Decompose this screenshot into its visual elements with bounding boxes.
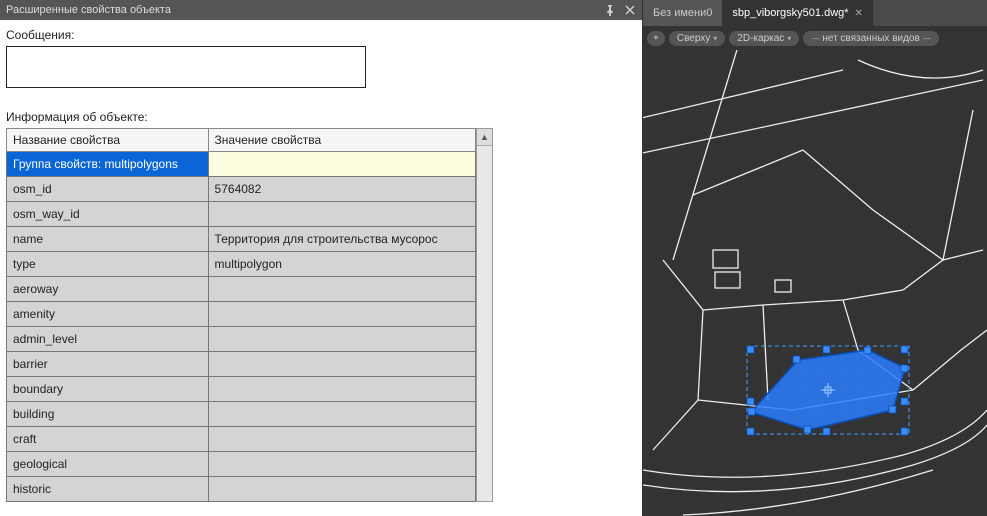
table-row[interactable]: building bbox=[7, 402, 476, 427]
prop-name: osm_way_id bbox=[7, 202, 209, 227]
messages-label: Сообщения: bbox=[6, 28, 636, 42]
prop-value[interactable] bbox=[208, 452, 475, 477]
table-row[interactable]: historic bbox=[7, 477, 476, 502]
prop-name: historic bbox=[7, 477, 209, 502]
prop-name: barrier bbox=[7, 352, 209, 377]
pin-icon[interactable] bbox=[604, 4, 616, 16]
prop-value[interactable] bbox=[208, 327, 475, 352]
prop-name: boundary bbox=[7, 377, 209, 402]
table-wrap: Название свойства Значение свойства Груп… bbox=[6, 128, 636, 502]
table-row[interactable]: typemultipolygon bbox=[7, 252, 476, 277]
properties-table: Название свойства Значение свойства Груп… bbox=[6, 128, 476, 502]
prop-name: geological bbox=[7, 452, 209, 477]
table-row[interactable]: aeroway bbox=[7, 277, 476, 302]
view-top-button[interactable]: Сверху▾ bbox=[669, 31, 725, 46]
tab-label: sbp_viborgsky501.dwg* bbox=[732, 7, 848, 19]
prop-value[interactable]: multipolygon bbox=[208, 252, 475, 277]
prop-value[interactable] bbox=[208, 352, 475, 377]
table-row[interactable]: admin_level bbox=[7, 327, 476, 352]
prop-value[interactable] bbox=[208, 402, 475, 427]
prop-value[interactable]: Территория для строительства мусорос bbox=[208, 227, 475, 252]
group-row[interactable]: Группа свойств: multipolygons bbox=[7, 152, 476, 177]
tabs-bar: Без имени0 sbp_viborgsky501.dwg* ✕ bbox=[643, 0, 987, 26]
tab-label: Без имени0 bbox=[653, 7, 712, 19]
prop-name: aeroway bbox=[7, 277, 209, 302]
header-value[interactable]: Значение свойства bbox=[208, 129, 475, 152]
table-row[interactable]: amenity bbox=[7, 302, 476, 327]
panel-body: Сообщения: Информация об объекте: Назван… bbox=[0, 20, 642, 516]
panel-title: Расширенные свойства объекта bbox=[6, 4, 604, 16]
prop-value[interactable] bbox=[208, 377, 475, 402]
group-value bbox=[208, 152, 475, 177]
prop-value[interactable] bbox=[208, 202, 475, 227]
dash-icon: — bbox=[811, 34, 819, 43]
vertical-scrollbar[interactable]: ▲ bbox=[476, 128, 493, 502]
table-row[interactable]: geological bbox=[7, 452, 476, 477]
table-row[interactable]: craft bbox=[7, 427, 476, 452]
close-icon[interactable] bbox=[624, 4, 636, 16]
dash-icon: — bbox=[923, 34, 931, 43]
properties-panel: Расширенные свойства объекта Сообщения: … bbox=[0, 0, 643, 516]
tab-inactive[interactable]: Без имени0 bbox=[643, 0, 722, 26]
table-row[interactable]: boundary bbox=[7, 377, 476, 402]
title-controls bbox=[604, 4, 636, 16]
panel-title-bar: Расширенные свойства объекта bbox=[0, 0, 642, 20]
view-controls: + Сверху▾ 2D-каркас▾ —нет связанных видо… bbox=[643, 26, 987, 50]
prop-name: name bbox=[7, 227, 209, 252]
prop-value[interactable]: 5764082 bbox=[208, 177, 475, 202]
tab-active[interactable]: sbp_viborgsky501.dwg* ✕ bbox=[722, 0, 873, 26]
chevron-down-icon: ▾ bbox=[787, 34, 791, 43]
view-wireframe-button[interactable]: 2D-каркас▾ bbox=[729, 31, 799, 46]
drawing-panel: Без имени0 sbp_viborgsky501.dwg* ✕ + Све… bbox=[643, 0, 987, 516]
prop-name: craft bbox=[7, 427, 209, 452]
table-row[interactable]: nameТерритория для строительства мусорос bbox=[7, 227, 476, 252]
table-row[interactable]: osm_way_id bbox=[7, 202, 476, 227]
prop-name: amenity bbox=[7, 302, 209, 327]
prop-value[interactable] bbox=[208, 477, 475, 502]
messages-textbox[interactable] bbox=[6, 46, 366, 88]
scroll-up-arrow[interactable]: ▲ bbox=[477, 129, 492, 146]
map-canvas bbox=[643, 50, 987, 516]
group-label: Группа свойств: multipolygons bbox=[7, 152, 209, 177]
close-tab-icon[interactable]: ✕ bbox=[855, 8, 863, 19]
prop-name: osm_id bbox=[7, 177, 209, 202]
view-linked-button[interactable]: —нет связанных видов— bbox=[803, 31, 939, 46]
prop-value[interactable] bbox=[208, 277, 475, 302]
prop-value[interactable] bbox=[208, 427, 475, 452]
prop-name: admin_level bbox=[7, 327, 209, 352]
drawing-viewport[interactable] bbox=[643, 50, 987, 516]
prop-value[interactable] bbox=[208, 302, 475, 327]
prop-name: building bbox=[7, 402, 209, 427]
table-row[interactable]: barrier bbox=[7, 352, 476, 377]
object-info-label: Информация об объекте: bbox=[6, 110, 636, 124]
add-view-button[interactable]: + bbox=[647, 31, 665, 46]
header-name[interactable]: Название свойства bbox=[7, 129, 209, 152]
chevron-down-icon: ▾ bbox=[713, 34, 717, 43]
table-row[interactable]: osm_id5764082 bbox=[7, 177, 476, 202]
prop-name: type bbox=[7, 252, 209, 277]
